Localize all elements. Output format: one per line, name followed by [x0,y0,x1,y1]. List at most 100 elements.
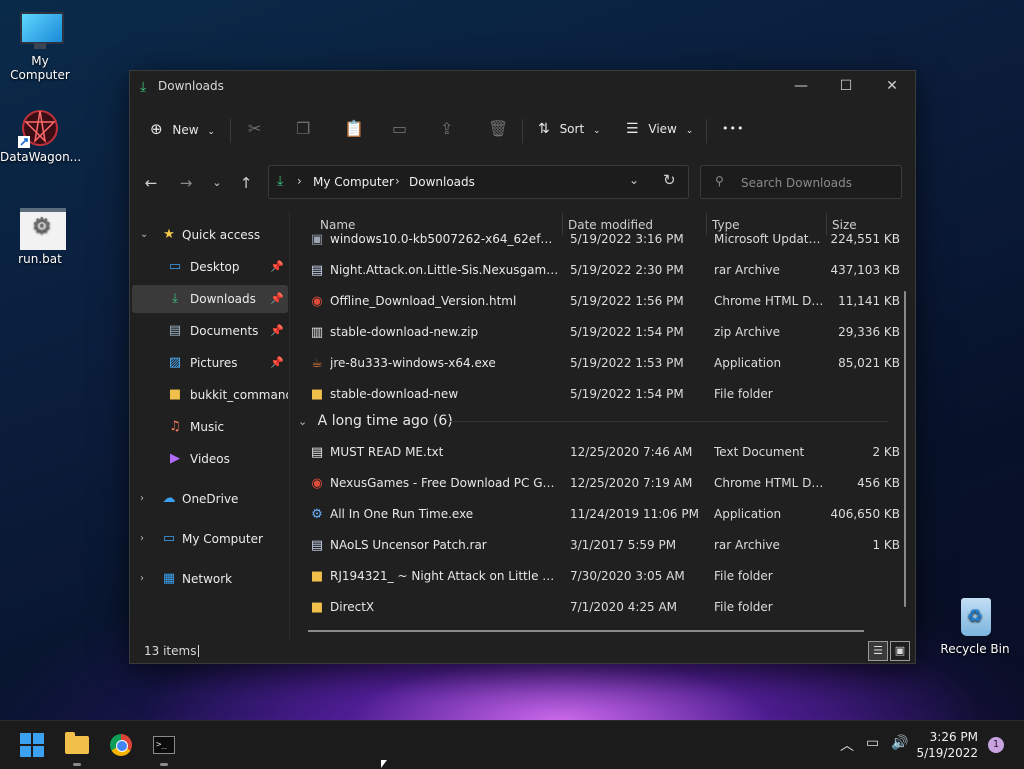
sidebar-item-onedrive[interactable]: › ☁ OneDrive [132,485,288,513]
desktop-icon-recycle-bin[interactable]: ♻ Recycle Bin [935,598,1015,656]
desktop-icon-label: run.bat [18,252,62,266]
file-row[interactable]: ▤ Night.Attack.on.Little-Sis.Nexusgames.… [304,255,900,286]
sidebar-item-label: Desktop [190,260,240,274]
file-row[interactable]: ☕ jre-8u333-windows-x64.exe 5/19/2022 1:… [304,348,900,379]
desktop-icon-datawagon[interactable]: DataWagon... [0,106,81,164]
update-package-icon: ▣ [310,232,324,247]
volume-icon[interactable]: 🔊 [891,735,908,751]
chrome-icon: ◉ [311,476,323,491]
refresh-icon[interactable]: ↻ [663,171,676,189]
sidebar-item-network[interactable]: › ▦ Network [132,565,288,593]
file-row[interactable]: ■ stable-download-new 5/19/2022 1:54 PM … [304,379,900,410]
horizontal-scrollbar[interactable] [308,630,864,632]
search-box[interactable]: ⚲ [700,165,902,199]
address-dropdown-icon[interactable]: ⌄ [629,173,639,187]
paste-icon[interactable]: 📋 [344,115,364,143]
rename-icon[interactable]: ▭ [392,115,407,143]
notification-badge[interactable]: 1 [988,737,1004,753]
address-bar[interactable]: ⤓ › My Computer › Downloads ⌄ ↻ [268,165,689,199]
chevron-right-icon[interactable]: › [140,525,144,553]
file-date: 5/19/2022 2:30 PM [570,263,684,277]
file-row[interactable]: ▤ NAoLS Uncensor Patch.rar 3/1/2017 5:59… [304,530,900,561]
search-input[interactable] [739,172,893,194]
file-row[interactable]: ▤ MUST READ ME.txt 12/25/2020 7:46 AM Te… [304,437,900,468]
music-icon: ♫ [169,419,181,434]
pin-icon[interactable]: 📌 [270,317,284,345]
sidebar-item-documents[interactable]: ▤ Documents 📌 [132,317,288,345]
file-type: File folder [714,387,773,401]
sidebar-item-videos[interactable]: ▶ Videos [132,445,288,473]
terminal-icon[interactable]: >_ [150,731,178,766]
file-explorer-icon[interactable] [63,731,91,766]
file-name: DirectX [330,600,375,614]
file-date: 5/19/2022 1:54 PM [570,325,684,339]
file-row[interactable]: ▣ windows10.0-kb5007262-x64_62ef758156..… [304,224,900,255]
folder-icon: ■ [310,569,324,584]
file-type: Chrome HTML Do... [714,294,824,308]
title-bar[interactable]: ⤓ Downloads — ☐ ✕ [130,71,915,103]
file-row[interactable]: ◉ NexusGames - Free Download PC Games...… [304,468,900,499]
sidebar-item-quick-access[interactable]: ⌄ ★ Quick access [132,221,288,249]
cut-icon[interactable]: ✂ [248,115,261,143]
chevron-right-icon[interactable]: › [140,565,144,593]
delete-icon[interactable]: 🗑 [488,115,508,143]
file-type: rar Archive [714,263,780,277]
sidebar-item-downloads[interactable]: ⤓ Downloads 📌 [132,285,288,313]
file-row[interactable]: ▥ stable-download-new.zip 5/19/2022 1:54… [304,317,900,348]
pane-divider[interactable] [289,211,290,641]
minimize-button[interactable]: — [778,71,824,101]
view-button[interactable]: ☰ View ⌄ [626,115,693,143]
file-row[interactable]: ■ RJ194321_ ~ Night Attack on Little Sis… [304,561,900,592]
pin-icon[interactable]: 📌 [270,349,284,377]
group-header-long-time-ago[interactable]: ⌄ A long time ago (6) [298,409,894,433]
chevron-down-icon[interactable]: ⌄ [140,221,148,249]
desktop-icon-label: Recycle Bin [940,642,1010,656]
share-icon[interactable]: ⇪ [440,115,453,143]
desktop-icon-my-computer[interactable]: My Computer [0,10,80,82]
system-clock[interactable]: 3:26 PM 5/19/2022 [914,729,978,761]
sidebar-item-my-computer[interactable]: › ▭ My Computer [132,525,288,553]
breadcrumb-my-computer[interactable]: My Computer [313,175,394,189]
more-options-button[interactable]: ••• [722,115,744,143]
up-arrow-icon[interactable]: ↑ [234,169,258,197]
breadcrumb-downloads[interactable]: Downloads [409,175,475,189]
back-arrow-icon[interactable]: ← [139,169,163,197]
file-date: 5/19/2022 1:56 PM [570,294,684,308]
vertical-scrollbar[interactable] [904,291,906,607]
file-name: stable-download-new [330,387,459,401]
copy-icon[interactable]: ❐ [296,115,310,143]
details-view-icon[interactable]: ☰ [868,641,888,661]
star-icon: ★ [163,227,175,242]
chevron-right-icon[interactable]: › [140,485,144,513]
recent-locations-chevron-icon[interactable]: ⌄ [205,169,229,197]
sidebar-item-label: Music [190,420,225,434]
new-button[interactable]: ⊕ New ⌄ [150,115,215,143]
chrome-icon[interactable] [107,731,135,759]
file-row[interactable]: ◉ Offline_Download_Version.html 5/19/202… [304,286,900,317]
file-row[interactable]: ■ DirectX 7/1/2020 4:25 AM File folder [304,592,900,623]
file-row[interactable]: ⚙ All In One Run Time.exe 11/24/2019 11:… [304,499,900,530]
sidebar-item-music[interactable]: ♫ Music [132,413,288,441]
forward-arrow-icon[interactable]: → [174,169,198,197]
start-icon[interactable] [18,731,46,759]
desktop-icon-run-bat[interactable]: ⚙ run.bat [0,208,80,266]
network-icon[interactable]: ▭ [866,735,879,751]
sidebar-item-pictures[interactable]: ▨ Pictures 📌 [132,349,288,377]
network-icon: ▦ [162,571,176,586]
computer-icon [18,10,64,50]
close-button[interactable]: ✕ [869,71,915,101]
sidebar-item-bukkit-command[interactable]: ■ bukkit_command [132,381,288,409]
pin-icon[interactable]: 📌 [270,285,284,313]
maximize-button[interactable]: ☐ [823,71,869,101]
file-type: Text Document [714,445,805,459]
file-date: 3/1/2017 5:59 PM [570,538,677,552]
sidebar-item-label: Documents [190,324,259,338]
large-icons-view-icon[interactable]: ▣ [890,641,910,661]
sort-button[interactable]: ⇅ Sort ⌄ [538,115,601,143]
file-explorer-window: ⤓ Downloads — ☐ ✕ ⊕ New ⌄ ✂ ❐ 📋 ▭ ⇪ 🗑 ⇅ … [129,70,916,664]
sidebar-item-desktop[interactable]: ▭ Desktop 📌 [132,253,288,281]
breadcrumb-chevron-icon: › [297,174,302,188]
pin-icon[interactable]: 📌 [270,253,284,281]
file-name: Offline_Download_Version.html [330,294,517,308]
chevron-up-icon[interactable]: ︿ [840,735,854,755]
